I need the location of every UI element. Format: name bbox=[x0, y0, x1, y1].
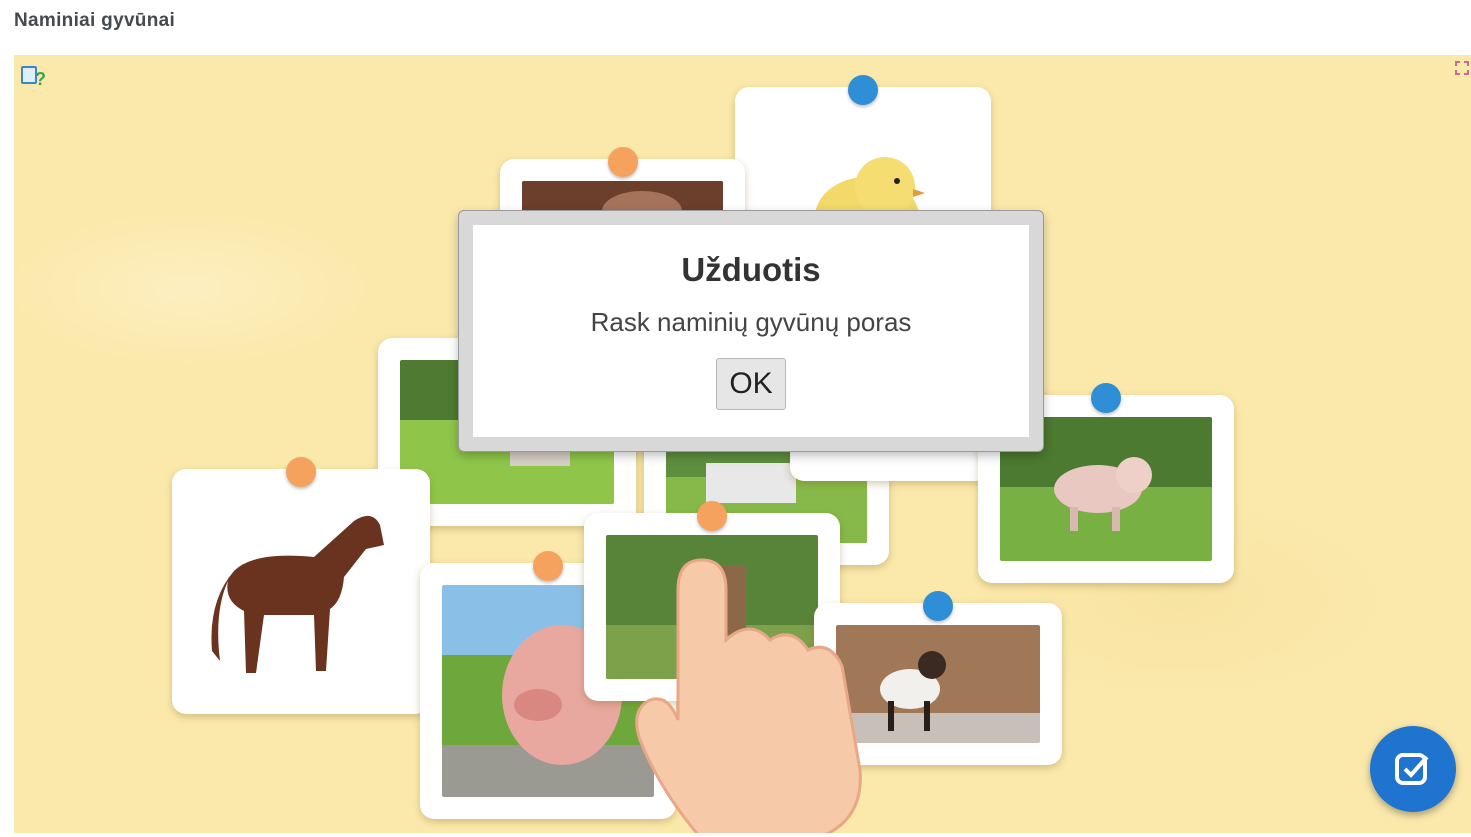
blue-pin bbox=[848, 75, 878, 105]
horse-photo bbox=[194, 491, 408, 692]
pointing-hand-icon bbox=[635, 558, 862, 833]
help-book-icon[interactable]: ? bbox=[18, 61, 46, 89]
orange-pin bbox=[607, 147, 638, 177]
fullscreen-icon[interactable] bbox=[1455, 61, 1469, 75]
ok-button[interactable]: OK bbox=[716, 358, 786, 410]
dialog-message: Rask naminių gyvūnų poras bbox=[590, 307, 912, 337]
check-icon bbox=[1395, 753, 1429, 785]
blue-pin bbox=[923, 591, 953, 621]
orange-pin bbox=[286, 457, 316, 487]
page-title: Naminiai gyvūnai bbox=[14, 10, 176, 31]
blue-pin bbox=[1091, 383, 1121, 413]
task-dialog-body: Užduotis Rask naminių gyvūnų poras OK bbox=[473, 225, 1029, 437]
dialog-title: Užduotis bbox=[681, 251, 821, 288]
animal-card-horse[interactable] bbox=[172, 457, 430, 714]
orange-pin bbox=[533, 551, 563, 581]
task-dialog: Užduotis Rask naminių gyvūnų poras OK bbox=[458, 210, 1044, 452]
check-answers-button[interactable] bbox=[1370, 726, 1456, 812]
svg-text:?: ? bbox=[35, 69, 46, 89]
